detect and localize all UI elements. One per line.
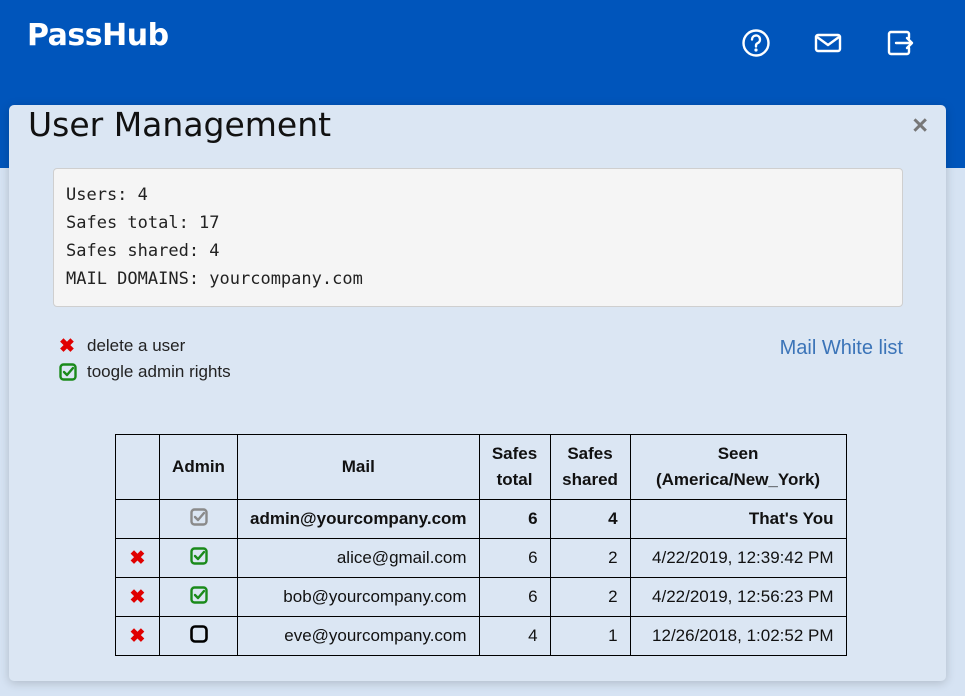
safes-total-cell: 4 <box>478 616 551 656</box>
close-button[interactable]: × <box>912 111 928 139</box>
header-seen: Seen (America/New_York) <box>629 434 847 500</box>
delete-user-icon[interactable]: ✖ <box>130 625 146 648</box>
mail-icon[interactable] <box>813 28 843 58</box>
admin-cell <box>159 616 238 656</box>
delete-cell: ✖ <box>115 538 160 578</box>
delete-cell: ✖ <box>115 616 160 656</box>
mail-whitelist-link[interactable]: Mail White list <box>780 337 903 360</box>
logout-icon[interactable] <box>885 28 915 58</box>
safes-total-cell: 6 <box>478 499 551 539</box>
safes-shared-cell: 2 <box>549 538 631 578</box>
mail-cell: bob@yourcompany.com <box>237 577 480 617</box>
modal-title: User Management <box>28 105 332 144</box>
admin-cell <box>159 538 238 578</box>
seen-cell: That's You <box>629 499 847 539</box>
header-mail: Mail <box>237 434 480 500</box>
table-row: admin@yourcompany.com 6 4 That's You <box>115 499 847 539</box>
stat-mail-domains: MAIL DOMAINS: yourcompany.com <box>66 269 363 289</box>
stats-box: Users: 4 Safes total: 17 Safes shared: 4… <box>53 168 903 307</box>
legend: ✖ delete a user toogle admin rights <box>59 333 231 385</box>
table-header-row: Admin Mail Safes total Safes shared Seen… <box>115 434 847 500</box>
delete-icon: ✖ <box>59 335 75 357</box>
admin-toggle-unchecked-icon[interactable] <box>189 624 208 648</box>
safes-shared-cell: 4 <box>549 499 631 539</box>
logo[interactable]: PassHub <box>27 18 169 53</box>
legend-delete: ✖ delete a user <box>59 333 231 359</box>
safes-total-cell: 6 <box>478 538 551 578</box>
header-actions <box>115 434 160 500</box>
help-icon[interactable] <box>741 28 771 58</box>
users-table: Admin Mail Safes total Safes shared Seen… <box>115 434 847 656</box>
mail-cell: eve@yourcompany.com <box>237 616 480 656</box>
stat-safes-total: Safes total: 17 <box>66 213 220 233</box>
legend-toggle-label: toogle admin rights <box>87 362 231 381</box>
safes-total-cell: 6 <box>478 577 551 617</box>
seen-cell: 4/22/2019, 12:39:42 PM <box>629 538 847 578</box>
admin-check-disabled-icon <box>189 507 208 531</box>
seen-cell: 12/26/2018, 1:02:52 PM <box>629 616 847 656</box>
admin-cell <box>159 499 238 539</box>
header-safes-shared: Safes shared <box>549 434 631 500</box>
header-safes-total: Safes total <box>478 434 551 500</box>
user-management-modal: User Management × Users: 4 Safes total: … <box>9 105 946 681</box>
stat-safes-shared: Safes shared: 4 <box>66 241 220 261</box>
safes-shared-cell: 1 <box>549 616 631 656</box>
admin-toggle-checked-icon[interactable] <box>189 546 208 570</box>
seen-cell: 4/22/2019, 12:56:23 PM <box>629 577 847 617</box>
admin-cell <box>159 577 238 617</box>
delete-cell: ✖ <box>115 577 160 617</box>
table-row: ✖ bob@yourcompany.com 6 2 4/22/2019, 12:… <box>115 577 847 617</box>
table-row: ✖ alice@gmail.com 6 2 4/22/2019, 12:39:4… <box>115 538 847 578</box>
legend-toggle: toogle admin rights <box>59 359 231 385</box>
mail-cell: alice@gmail.com <box>237 538 480 578</box>
header-admin: Admin <box>159 434 238 500</box>
mail-cell: admin@yourcompany.com <box>237 499 480 539</box>
delete-cell <box>115 499 160 539</box>
delete-user-icon[interactable]: ✖ <box>130 547 146 570</box>
delete-user-icon[interactable]: ✖ <box>130 586 146 609</box>
admin-toggle-checked-icon[interactable] <box>189 585 208 609</box>
legend-delete-label: delete a user <box>87 336 186 355</box>
stat-users: Users: 4 <box>66 185 148 205</box>
safes-shared-cell: 2 <box>549 577 631 617</box>
check-square-icon <box>59 363 87 381</box>
table-row: ✖ eve@yourcompany.com 4 1 12/26/2018, 1:… <box>115 616 847 656</box>
